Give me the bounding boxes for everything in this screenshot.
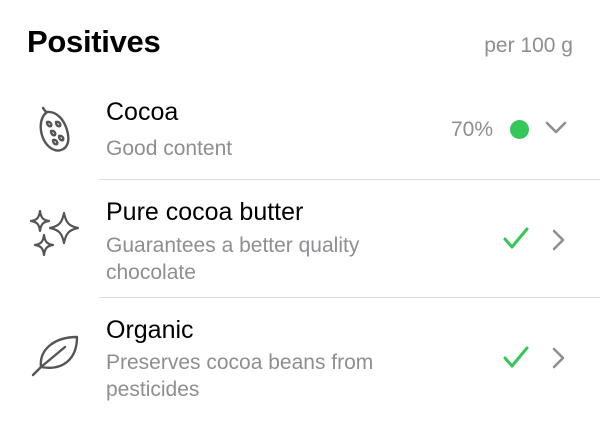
item-value: 70% — [450, 118, 493, 141]
item-subtitle: Guarantees a better quality chocolate — [106, 234, 360, 284]
leaf-icon — [27, 325, 83, 381]
item-title: Cocoa — [106, 98, 179, 126]
item-title: Organic — [106, 316, 194, 344]
unit-label: per 100 g — [484, 34, 573, 57]
positives-panel: Positives per 100 g Cocoa Good content 7… — [0, 0, 600, 441]
item-title: Pure cocoa butter — [106, 198, 304, 226]
chevron-down-icon[interactable] — [545, 121, 567, 135]
chevron-right-icon[interactable] — [551, 347, 565, 369]
sparkles-icon — [27, 205, 83, 261]
list-item-organic[interactable]: Organic Preserves cocoa beans from pesti… — [0, 298, 600, 418]
item-subtitle: Preserves cocoa beans from pesticides — [106, 351, 374, 401]
list-item-cocoa[interactable]: Cocoa Good content 70% — [0, 92, 600, 180]
section-title: Positives — [27, 24, 161, 59]
item-subtitle: Good content — [106, 137, 233, 160]
check-icon — [502, 345, 530, 369]
section-header: Positives per 100 g — [27, 24, 573, 68]
list-item-pure-cocoa-butter[interactable]: Pure cocoa butter Guarantees a better qu… — [0, 180, 600, 298]
chevron-right-icon[interactable] — [551, 229, 565, 251]
green-dot-icon — [510, 120, 529, 139]
cocoa-pod-icon — [27, 98, 83, 154]
check-icon — [502, 226, 530, 250]
